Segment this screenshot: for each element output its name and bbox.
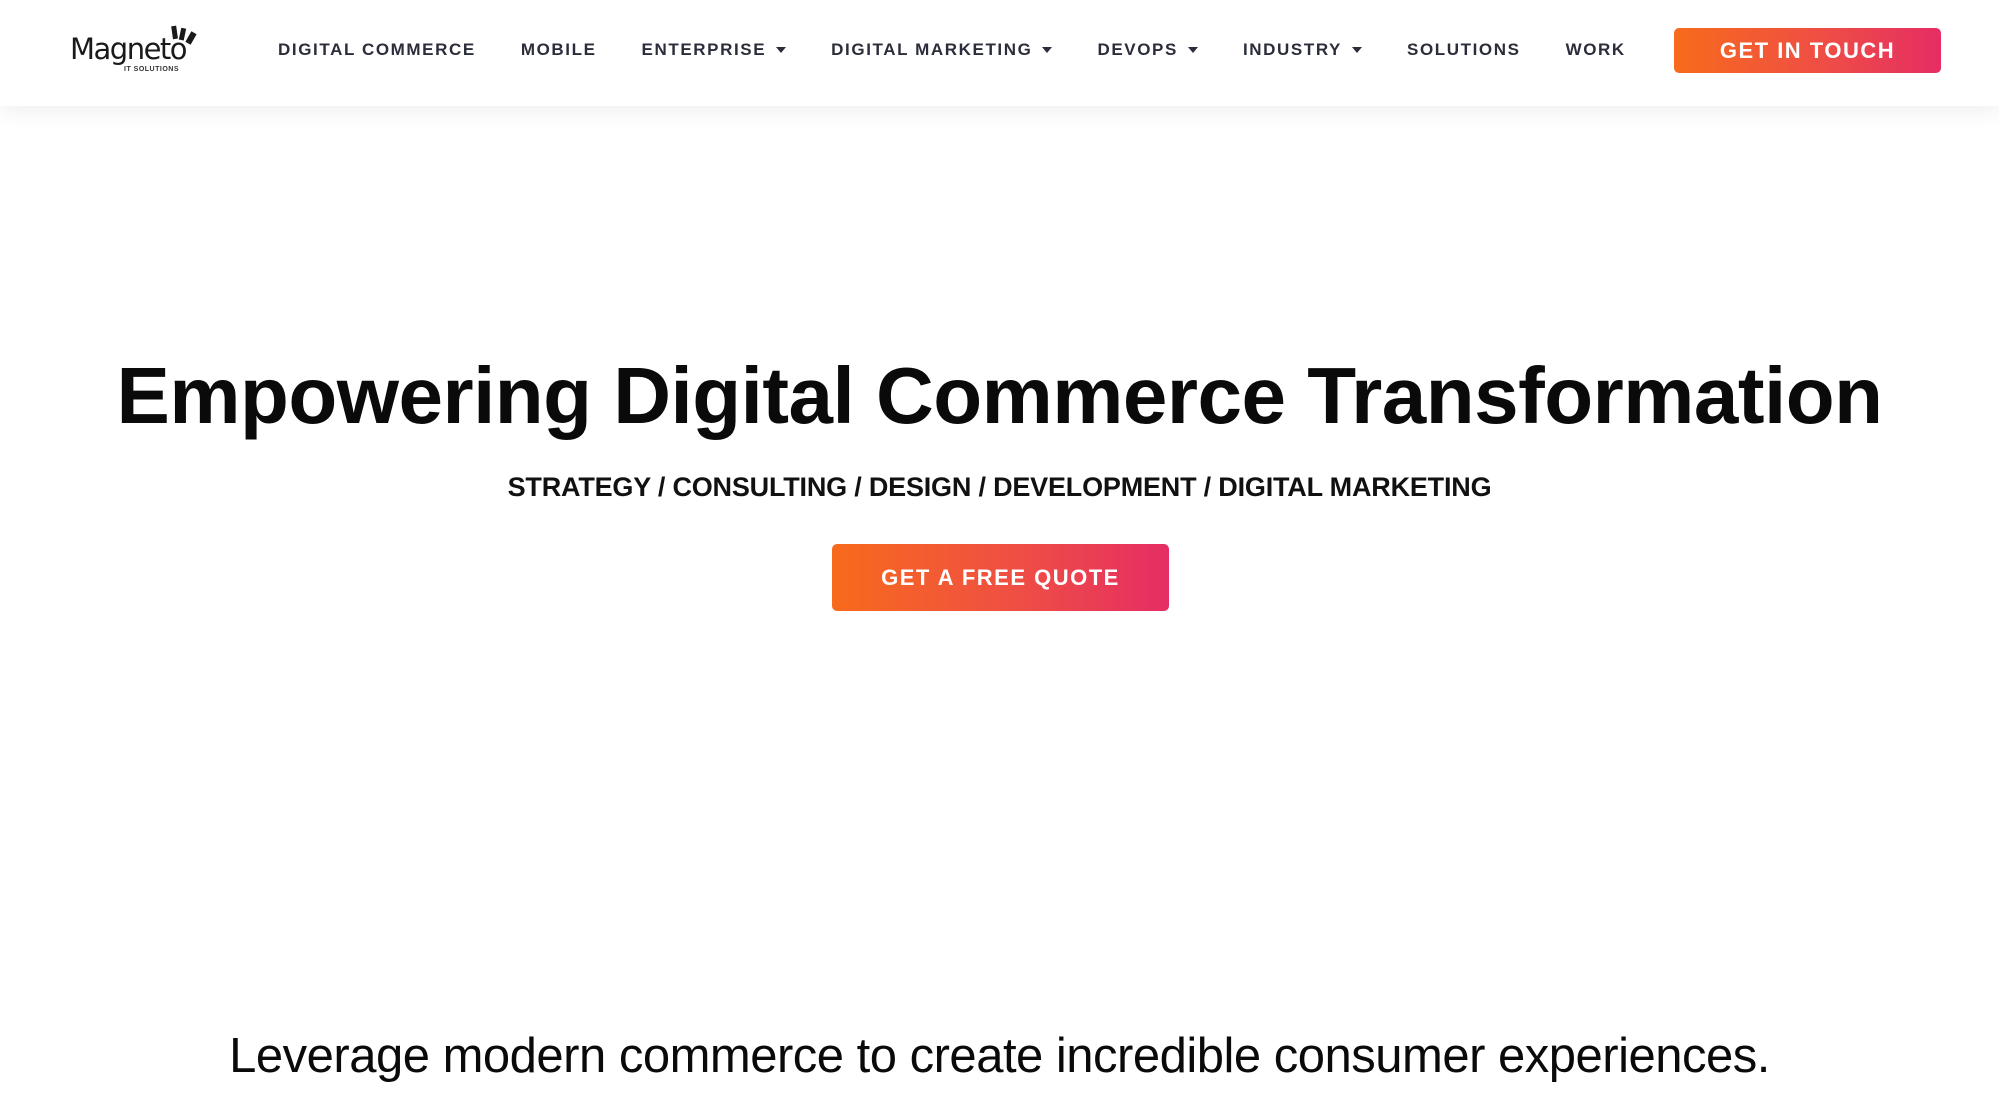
nav-item-mobile[interactable]: MOBILE <box>521 40 597 60</box>
nav-label: DIGITAL COMMERCE <box>278 40 476 59</box>
nav-item-devops[interactable]: DEVOPS <box>1097 40 1198 60</box>
nav-label: ENTERPRISE <box>641 40 767 59</box>
site-header: Magneto IT SOLUTIONS DIGITAL COMMERCE MO… <box>0 0 1999 106</box>
nav-label: INDUSTRY <box>1242 40 1342 59</box>
logo-wordmark: Magneto <box>70 32 188 66</box>
nav-label: WORK <box>1565 40 1626 59</box>
nav-item-enterprise[interactable]: ENTERPRISE <box>642 40 787 60</box>
hero-title: Empowering Digital Commerce Transformati… <box>116 351 1884 440</box>
nav-item-work[interactable]: WORK <box>1566 40 1626 60</box>
nav-label: DEVOPS <box>1097 40 1178 59</box>
nav-label: MOBILE <box>520 40 597 59</box>
nav-item-industry[interactable]: INDUSTRY <box>1243 40 1362 60</box>
nav-item-digital-marketing[interactable]: DIGITAL MARKETING <box>831 40 1053 60</box>
hero-subtitle: STRATEGY / CONSULTING / DESIGN / DEVELOP… <box>507 472 1492 502</box>
get-in-touch-button[interactable]: GET IN TOUCH <box>1674 28 1941 73</box>
nav-label: DIGITAL MARKETING <box>831 40 1033 59</box>
nav-item-digital-commerce[interactable]: DIGITAL COMMERCE <box>278 40 476 60</box>
nav-label: SOLUTIONS <box>1407 40 1521 59</box>
logo-subtitle: IT SOLUTIONS <box>124 66 179 73</box>
caret-down-icon <box>1187 47 1198 53</box>
logo[interactable]: Magneto IT SOLUTIONS <box>70 24 200 78</box>
caret-down-icon <box>1352 47 1362 53</box>
nav-item-solutions[interactable]: SOLUTIONS <box>1407 40 1521 60</box>
logo-bars-icon <box>171 25 197 45</box>
section-tagline: Leverage modern commerce to create incre… <box>229 1029 1770 1083</box>
get-free-quote-button[interactable]: GET A FREE QUOTE <box>832 544 1169 611</box>
main-nav: DIGITAL COMMERCE MOBILE ENTERPRISE DIGIT… <box>278 0 1671 100</box>
caret-down-icon <box>776 47 787 53</box>
caret-down-icon <box>1042 47 1053 53</box>
